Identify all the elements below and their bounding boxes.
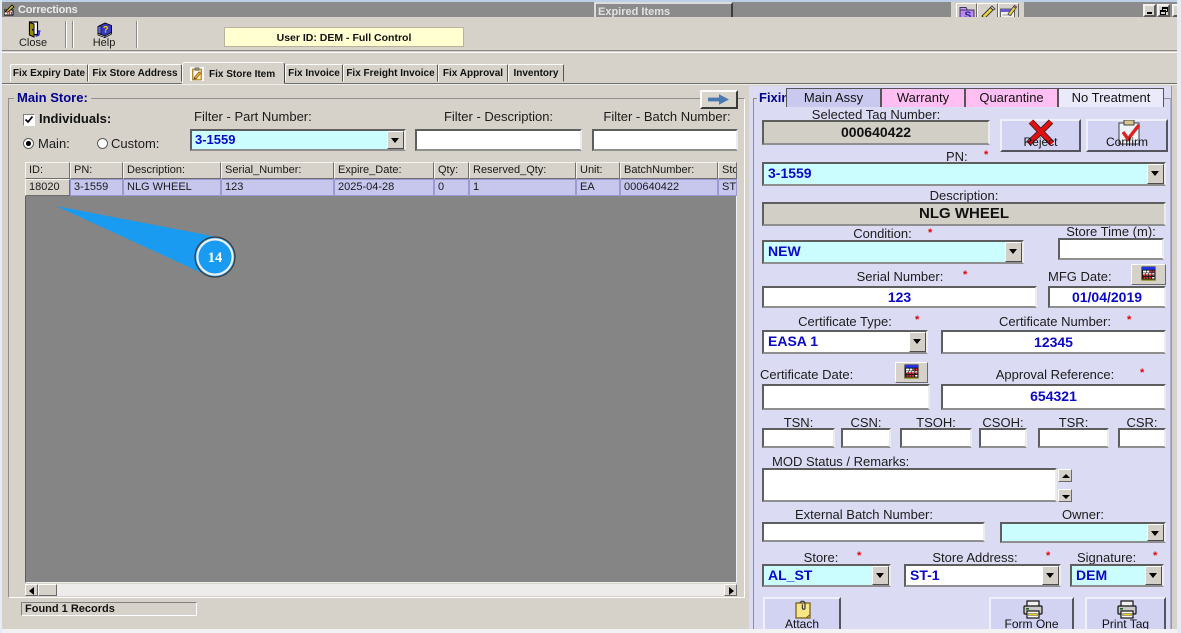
svg-text:m: m bbox=[7, 11, 12, 16]
svg-text:14: 14 bbox=[208, 250, 223, 266]
svg-text:?: ? bbox=[103, 25, 109, 35]
